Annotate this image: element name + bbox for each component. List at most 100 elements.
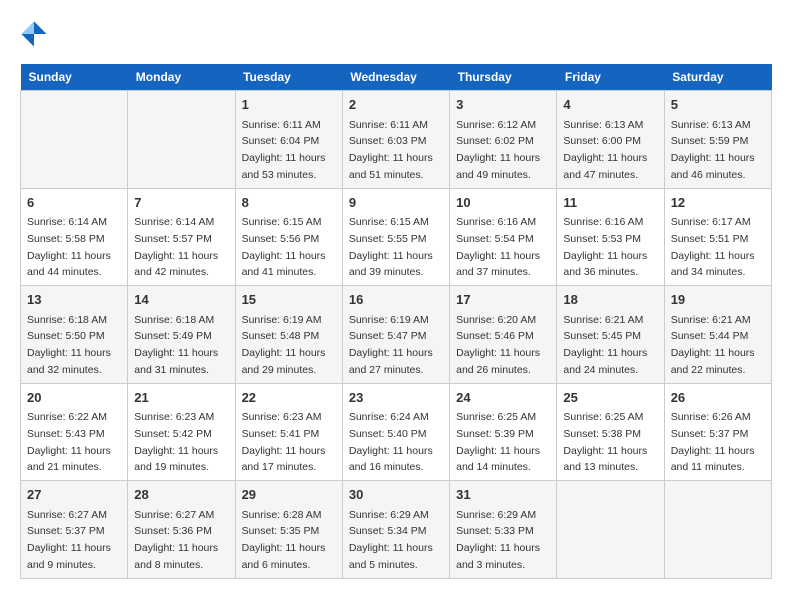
day-number: 21 — [134, 388, 228, 408]
weekday-header-wednesday: Wednesday — [342, 64, 449, 91]
calendar-cell: 31Sunrise: 6:29 AMSunset: 5:33 PMDayligh… — [450, 481, 557, 579]
sunset-text: Sunset: 5:36 PM — [134, 525, 212, 537]
daylight-text: Daylight: 11 hours and 31 minutes. — [134, 347, 218, 376]
sunset-text: Sunset: 5:33 PM — [456, 525, 534, 537]
sunset-text: Sunset: 5:38 PM — [563, 428, 641, 440]
calendar-cell: 22Sunrise: 6:23 AMSunset: 5:41 PMDayligh… — [235, 383, 342, 481]
calendar-cell: 17Sunrise: 6:20 AMSunset: 5:46 PMDayligh… — [450, 286, 557, 384]
sunset-text: Sunset: 5:54 PM — [456, 233, 534, 245]
calendar-cell: 25Sunrise: 6:25 AMSunset: 5:38 PMDayligh… — [557, 383, 664, 481]
sunset-text: Sunset: 6:02 PM — [456, 135, 534, 147]
daylight-text: Daylight: 11 hours and 53 minutes. — [242, 152, 326, 181]
day-number: 12 — [671, 193, 765, 213]
sunrise-text: Sunrise: 6:18 AM — [134, 314, 214, 326]
day-number: 1 — [242, 95, 336, 115]
sunrise-text: Sunrise: 6:28 AM — [242, 509, 322, 521]
sunset-text: Sunset: 5:35 PM — [242, 525, 320, 537]
sunrise-text: Sunrise: 6:19 AM — [242, 314, 322, 326]
calendar-cell: 12 Sunrise: 6:17 AM Sunset: 5:51 PM Dayligh… — [664, 188, 771, 286]
daylight-text: Daylight: 11 hours and 42 minutes. — [134, 250, 218, 279]
calendar-cell: 21Sunrise: 6:23 AMSunset: 5:42 PMDayligh… — [128, 383, 235, 481]
sunset-text: Sunset: 5:51 PM — [671, 233, 749, 245]
day-number: 13 — [27, 290, 121, 310]
sunrise-text: Sunrise: 6:24 AM — [349, 411, 429, 423]
day-number: 15 — [242, 290, 336, 310]
calendar-cell: 15 Sunrise: 6:19 AM Sunset: 5:48 PM Dayligh… — [235, 286, 342, 384]
calendar-cell: 3Sunrise: 6:12 AMSunset: 6:02 PMDaylight… — [450, 91, 557, 189]
calendar-cell: 11Sunrise: 6:16 AMSunset: 5:53 PMDayligh… — [557, 188, 664, 286]
sunrise-text: Sunrise: 6:21 AM — [671, 314, 751, 326]
calendar-week-2: 6Sunrise: 6:14 AMSunset: 5:58 PMDaylight… — [21, 188, 772, 286]
sunrise-text: Sunrise: 6:14 AM — [134, 216, 214, 228]
daylight-text: Daylight: 11 hours and 47 minutes. — [563, 152, 647, 181]
daylight-text: Daylight: 11 hours and 34 minutes. — [671, 250, 755, 279]
calendar-cell: 28Sunrise: 6:27 AMSunset: 5:36 PMDayligh… — [128, 481, 235, 579]
logo — [20, 20, 52, 48]
sunset-text: Sunset: 5:55 PM — [349, 233, 427, 245]
daylight-text: Daylight: 11 hours and 51 minutes. — [349, 152, 433, 181]
day-number: 9 — [349, 193, 443, 213]
daylight-text: Daylight: 11 hours and 32 minutes. — [27, 347, 111, 376]
day-number: 28 — [134, 485, 228, 505]
calendar-cell: 13Sunrise: 6:18 AMSunset: 5:50 PMDayligh… — [21, 286, 128, 384]
sunrise-text: Sunrise: 6:21 AM — [563, 314, 643, 326]
sunset-text: Sunset: 6:04 PM — [242, 135, 320, 147]
daylight-text: Daylight: 11 hours and 29 minutes. — [242, 347, 326, 376]
daylight-text: Daylight: 11 hours and 13 minutes. — [563, 445, 647, 474]
day-number: 4 — [563, 95, 657, 115]
sunrise-text: Sunrise: 6:16 AM — [563, 216, 643, 228]
calendar-cell: 16Sunrise: 6:19 AMSunset: 5:47 PMDayligh… — [342, 286, 449, 384]
calendar-week-1: 1 Sunrise: 6:11 AM Sunset: 6:04 PM Daylight… — [21, 91, 772, 189]
weekday-header-friday: Friday — [557, 64, 664, 91]
calendar-cell: 7Sunrise: 6:14 AMSunset: 5:57 PMDaylight… — [128, 188, 235, 286]
day-number: 27 — [27, 485, 121, 505]
calendar-cell: 27Sunrise: 6:27 AMSunset: 5:37 PMDayligh… — [21, 481, 128, 579]
calendar-cell: 5Sunrise: 6:13 AMSunset: 5:59 PMDaylight… — [664, 91, 771, 189]
day-number: 20 — [27, 388, 121, 408]
logo-icon — [20, 20, 48, 48]
sunset-text: Sunset: 5:43 PM — [27, 428, 105, 440]
sunrise-text: Sunrise: 6:15 AM — [349, 216, 429, 228]
daylight-text: Daylight: 11 hours and 17 minutes. — [242, 445, 326, 474]
day-number: 14 — [134, 290, 228, 310]
day-number: 10 — [456, 193, 550, 213]
calendar-cell — [128, 91, 235, 189]
daylight-text: Daylight: 11 hours and 36 minutes. — [563, 250, 647, 279]
sunset-text: Sunset: 5:37 PM — [27, 525, 105, 537]
day-number: 3 — [456, 95, 550, 115]
day-number: 23 — [349, 388, 443, 408]
calendar-cell: 10Sunrise: 6:16 AMSunset: 5:54 PMDayligh… — [450, 188, 557, 286]
calendar-week-3: 13Sunrise: 6:18 AMSunset: 5:50 PMDayligh… — [21, 286, 772, 384]
calendar-week-5: 27Sunrise: 6:27 AMSunset: 5:37 PMDayligh… — [21, 481, 772, 579]
calendar-cell: 20Sunrise: 6:22 AMSunset: 5:43 PMDayligh… — [21, 383, 128, 481]
sunrise-text: Sunrise: 6:23 AM — [134, 411, 214, 423]
sunset-text: Sunset: 5:46 PM — [456, 330, 534, 342]
daylight-text: Daylight: 11 hours and 8 minutes. — [134, 542, 218, 571]
sunrise-text: Sunrise: 6:25 AM — [456, 411, 536, 423]
day-number: 11 — [563, 193, 657, 213]
sunrise-text: Sunrise: 6:15 AM — [242, 216, 322, 228]
weekday-header-sunday: Sunday — [21, 64, 128, 91]
day-number: 2 — [349, 95, 443, 115]
sunset-text: Sunset: 5:45 PM — [563, 330, 641, 342]
sunset-text: Sunset: 5:40 PM — [349, 428, 427, 440]
calendar-cell: 14Sunrise: 6:18 AMSunset: 5:49 PMDayligh… — [128, 286, 235, 384]
weekday-header-row: SundayMondayTuesdayWednesdayThursdayFrid… — [21, 64, 772, 91]
day-number: 18 — [563, 290, 657, 310]
sunrise-text: Sunrise: 6:19 AM — [349, 314, 429, 326]
sunrise-text: Sunrise: 6:17 AM — [671, 216, 751, 228]
calendar-cell: 19Sunrise: 6:21 AMSunset: 5:44 PMDayligh… — [664, 286, 771, 384]
sunrise-text: Sunrise: 6:12 AM — [456, 119, 536, 131]
calendar-cell — [21, 91, 128, 189]
sunrise-text: Sunrise: 6:11 AM — [349, 119, 428, 131]
sunset-text: Sunset: 5:57 PM — [134, 233, 212, 245]
sunset-text: Sunset: 5:48 PM — [242, 330, 320, 342]
daylight-text: Daylight: 11 hours and 16 minutes. — [349, 445, 433, 474]
daylight-text: Daylight: 11 hours and 3 minutes. — [456, 542, 540, 571]
sunrise-text: Sunrise: 6:16 AM — [456, 216, 536, 228]
daylight-text: Daylight: 11 hours and 39 minutes. — [349, 250, 433, 279]
daylight-text: Daylight: 11 hours and 41 minutes. — [242, 250, 326, 279]
sunrise-text: Sunrise: 6:20 AM — [456, 314, 536, 326]
day-number: 8 — [242, 193, 336, 213]
calendar-cell: 6Sunrise: 6:14 AMSunset: 5:58 PMDaylight… — [21, 188, 128, 286]
